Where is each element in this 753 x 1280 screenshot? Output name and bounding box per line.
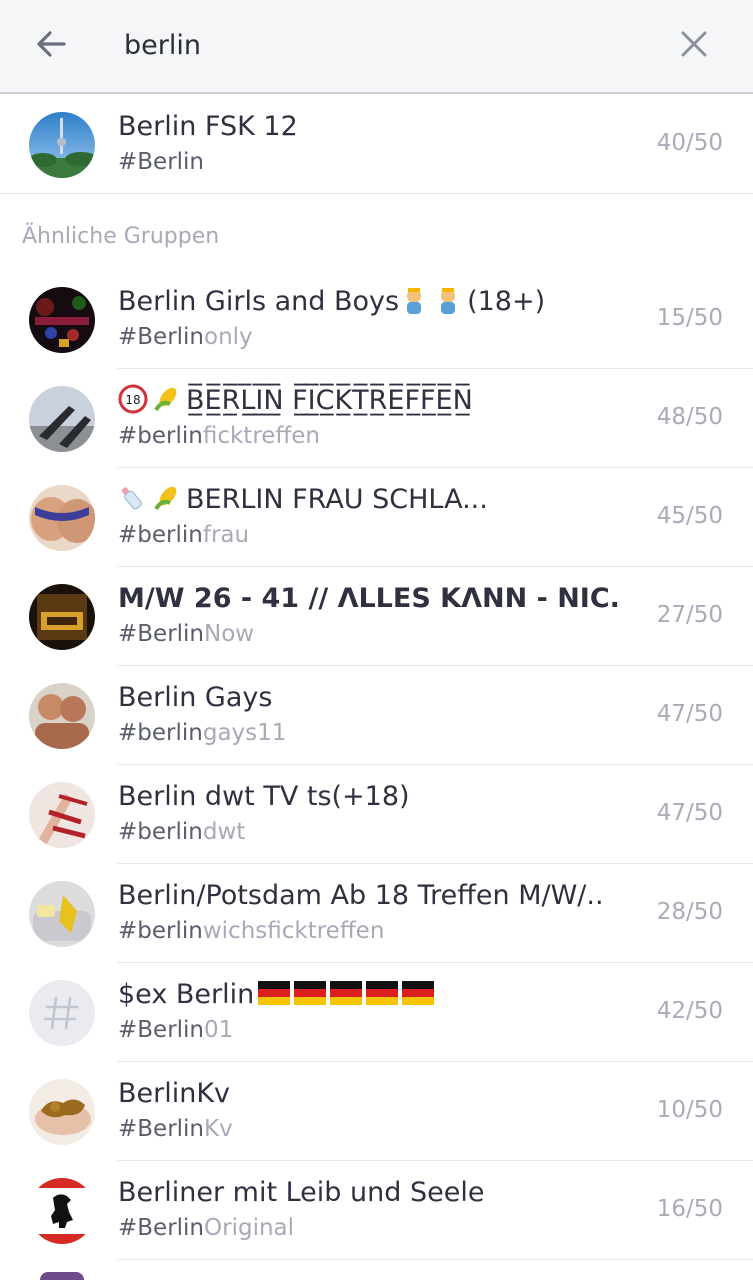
group-title: Berlin/Potsdam Ab 18 Treffen M/W/.. bbox=[118, 880, 604, 911]
search-input[interactable] bbox=[124, 22, 644, 68]
member-count: 47/50 bbox=[656, 800, 723, 826]
group-row-top-result[interactable]: Berlin FSK 12 #Berlin 40/50 bbox=[0, 95, 753, 194]
group-row[interactable]: BerlinKv #BerlinKv 10/50 bbox=[0, 1062, 753, 1161]
group-row[interactable]: Berlin Gays #berlingays11 47/50 bbox=[0, 666, 753, 765]
back-button[interactable] bbox=[30, 22, 74, 66]
group-row[interactable]: Berlin/Potsdam Ab 18 Treffen M/W/.. #ber… bbox=[0, 864, 753, 963]
group-title: M/W 26 - 41 // ΛLLES KΛNN - NIC.. bbox=[118, 583, 618, 614]
member-count: 10/50 bbox=[656, 1097, 723, 1123]
group-title: 18 B̲̅E̲̅R̲̅L̲̅I̲̅N̲̅ F̲̅I̲̅C̲̅K̲̅T̲̅R̲̅E… bbox=[118, 383, 618, 419]
section-heading-similar-groups: Ähnliche Gruppen bbox=[22, 224, 220, 249]
member-count: 47/50 bbox=[656, 701, 723, 727]
corn-icon bbox=[152, 384, 182, 414]
member-count: 28/50 bbox=[656, 899, 723, 925]
group-title: BerlinKv bbox=[118, 1078, 231, 1109]
group-hashtag: #BerlinOriginal bbox=[118, 1215, 295, 1241]
group-avatar bbox=[29, 112, 95, 178]
group-title: $ex Berlin bbox=[118, 977, 618, 1013]
svg-text:18: 18 bbox=[125, 393, 140, 407]
corn-icon bbox=[152, 483, 182, 513]
german-flag-icon bbox=[330, 981, 363, 1005]
group-avatar bbox=[29, 287, 95, 353]
group-avatar bbox=[29, 485, 95, 551]
group-title: Berlin FSK 12 bbox=[118, 111, 298, 142]
clear-search-button[interactable] bbox=[672, 22, 716, 66]
member-count: 27/50 bbox=[656, 602, 723, 628]
member-count: 40/50 bbox=[656, 130, 723, 156]
baby-bottle-icon bbox=[118, 483, 148, 513]
group-avatar bbox=[29, 1079, 95, 1145]
german-flag-icon bbox=[366, 981, 399, 1005]
group-row[interactable]: Berlin dwt TV ts(+18) #berlindwt 47/50 bbox=[0, 765, 753, 864]
group-avatar bbox=[29, 386, 95, 452]
close-icon bbox=[681, 31, 707, 57]
group-title: Berlin dwt TV ts(+18) bbox=[118, 781, 410, 812]
hashtag-icon bbox=[43, 996, 79, 1030]
group-title: Berliner mit Leib und Seele bbox=[118, 1177, 485, 1208]
group-avatar bbox=[29, 881, 95, 947]
group-hashtag: #BerlinNow bbox=[118, 621, 255, 647]
group-title: Berlin Girls and Boys (18+) bbox=[118, 285, 546, 317]
group-row[interactable]: Berliner mit Leib und Seele #BerlinOrigi… bbox=[0, 1161, 753, 1260]
group-hashtag: #berlingays11 bbox=[118, 720, 287, 746]
search-bar bbox=[0, 0, 753, 94]
member-count: 48/50 bbox=[656, 404, 723, 430]
group-avatar-partial bbox=[40, 1272, 84, 1280]
back-arrow-icon bbox=[37, 31, 66, 57]
group-hashtag: #Berlinonly bbox=[118, 324, 253, 350]
group-row[interactable]: $ex Berlin #Berlin01 42/50 bbox=[0, 963, 753, 1062]
group-avatar bbox=[29, 782, 95, 848]
group-hashtag: #Berlin bbox=[118, 149, 205, 175]
group-title: Berlin Gays bbox=[118, 682, 273, 713]
person-emoji-icon bbox=[399, 285, 429, 315]
group-row[interactable]: BERLIN FRAU SCHLA... #berlinfrau 45/50 bbox=[0, 468, 753, 567]
group-hashtag: #berlinficktreffen bbox=[118, 423, 320, 449]
member-count: 16/50 bbox=[656, 1196, 723, 1222]
german-flag-icon bbox=[294, 981, 327, 1005]
group-row[interactable]: Berlin Girls and Boys (18+) #Berlinonly 1… bbox=[0, 270, 753, 369]
person-emoji-icon bbox=[433, 285, 463, 315]
row-divider bbox=[0, 193, 753, 194]
group-title: BERLIN FRAU SCHLA... bbox=[118, 482, 618, 518]
member-count: 15/50 bbox=[656, 305, 723, 331]
member-count: 42/50 bbox=[656, 998, 723, 1024]
group-avatar bbox=[29, 584, 95, 650]
group-avatar bbox=[29, 1178, 95, 1244]
group-hashtag: #berlindwt bbox=[118, 819, 246, 845]
group-row[interactable]: M/W 26 - 41 // ΛLLES KΛNN - NIC.. #Berli… bbox=[0, 567, 753, 666]
no-under-18-icon: 18 bbox=[118, 384, 148, 414]
group-hashtag: #BerlinKv bbox=[118, 1116, 233, 1142]
group-hashtag: #Berlin01 bbox=[118, 1017, 234, 1043]
member-count: 45/50 bbox=[656, 503, 723, 529]
row-divider bbox=[117, 1259, 753, 1260]
german-flag-icon bbox=[258, 981, 291, 1005]
group-avatar-placeholder bbox=[29, 980, 95, 1046]
german-flag-icon bbox=[402, 981, 435, 1005]
group-row[interactable]: 18 B̲̅E̲̅R̲̅L̲̅I̲̅N̲̅ F̲̅I̲̅C̲̅K̲̅T̲̅R̲̅E… bbox=[0, 369, 753, 468]
group-hashtag: #berlinwichsficktreffen bbox=[118, 918, 385, 944]
group-hashtag: #berlinfrau bbox=[118, 522, 250, 548]
group-avatar bbox=[29, 683, 95, 749]
